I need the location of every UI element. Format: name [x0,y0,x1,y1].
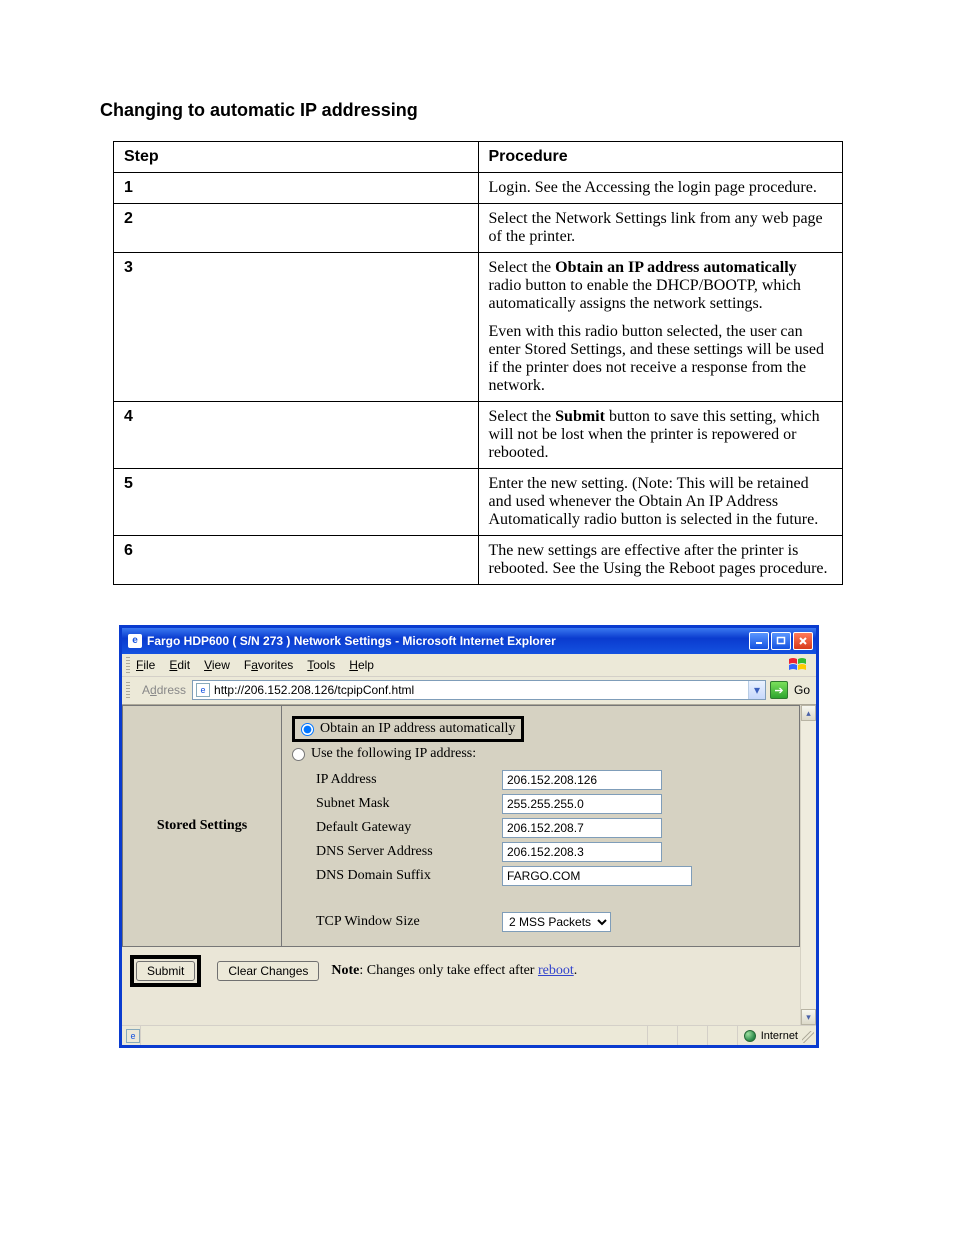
status-bar: e Internet [122,1025,816,1045]
page-icon: e [196,683,210,697]
step-number: 1 [114,173,479,204]
menu-favorites[interactable]: Favorites [244,658,293,672]
dns-server-label: DNS Server Address [316,844,502,860]
submit-button[interactable]: Submit [136,961,195,981]
menubar: File Edit View Favorites Tools Help [122,654,816,677]
default-gateway-input[interactable] [502,818,662,838]
highlight-auto-ip: Obtain an IP address automatically [292,716,524,742]
minimize-button[interactable] [749,632,769,650]
menu-edit[interactable]: Edit [169,658,190,672]
step-number: 5 [114,469,479,536]
table-row: 6 The new settings are effective after t… [114,536,843,585]
table-row: 2 Select the Network Settings link from … [114,204,843,253]
reboot-link[interactable]: reboot [538,963,574,978]
table-row: 5 Enter the new setting. (Note: This wil… [114,469,843,536]
dns-suffix-input[interactable] [502,866,692,886]
ie-icon: e [128,634,142,648]
steps-table: Step Procedure 1 Login. See the Accessin… [113,141,843,585]
step-text: Enter the new setting. (Note: This will … [478,469,843,536]
default-gateway-label: Default Gateway [316,820,502,836]
tcp-window-label: TCP Window Size [316,914,502,930]
col-procedure: Procedure [478,142,843,173]
dns-suffix-label: DNS Domain Suffix [316,868,502,884]
address-bar: Address e http://206.152.208.126/tcpipCo… [122,677,816,705]
step-text: Login. See the Accessing the login page … [478,173,843,204]
table-row: 4 Select the Submit button to save this … [114,402,843,469]
radio-auto-ip-label: Obtain an IP address automatically [320,721,515,737]
titlebar: e Fargo HDP600 ( S/N 273 ) Network Setti… [122,628,816,654]
reboot-note: Note: Changes only take effect after reb… [331,963,577,979]
tcp-window-select[interactable]: 2 MSS Packets [502,912,611,932]
go-button[interactable]: ➔ [770,681,788,699]
table-row: 3 Select the Obtain an IP address automa… [114,253,843,402]
zone-label: Internet [761,1030,798,1042]
highlight-submit: Submit [130,955,201,987]
windows-flag-icon [788,657,808,673]
scroll-down-icon[interactable]: ▾ [801,1009,816,1025]
clear-changes-button[interactable]: Clear Changes [217,961,319,981]
col-step: Step [114,142,479,173]
radio-manual-ip-label: Use the following IP address: [311,746,476,762]
ip-address-input[interactable] [502,770,662,790]
maximize-button[interactable] [771,632,791,650]
step-text: Select the Obtain an IP address automati… [478,253,843,402]
address-combo[interactable]: e http://206.152.208.126/tcpipConf.html … [192,680,766,700]
dns-server-input[interactable] [502,842,662,862]
vertical-scrollbar[interactable]: ▴ ▾ [800,705,816,1025]
stored-settings-label: Stored Settings [122,705,282,947]
chevron-down-icon[interactable]: ▾ [748,681,765,699]
toolbar-grip-icon [126,657,130,673]
radio-manual-ip[interactable] [292,748,305,761]
step-number: 4 [114,402,479,469]
subnet-mask-input[interactable] [502,794,662,814]
radio-auto-ip[interactable] [301,723,314,736]
go-label: Go [794,683,810,697]
close-button[interactable] [793,632,813,650]
window-title: Fargo HDP600 ( S/N 273 ) Network Setting… [147,634,749,648]
ip-address-label: IP Address [316,772,502,788]
address-label: Address [142,683,186,697]
step-text: Select the Network Settings link from an… [478,204,843,253]
menu-help[interactable]: Help [349,658,374,672]
address-url: http://206.152.208.126/tcpipConf.html [214,683,748,697]
toolbar-grip-icon [126,682,130,698]
step-text: The new settings are effective after the… [478,536,843,585]
section-title: Changing to automatic IP addressing [100,100,854,121]
menu-file[interactable]: File [136,658,155,672]
subnet-mask-label: Subnet Mask [316,796,502,812]
globe-icon [744,1030,756,1042]
scroll-up-icon[interactable]: ▴ [801,705,816,721]
step-number: 3 [114,253,479,402]
menu-view[interactable]: View [204,658,230,672]
resize-grip-icon [802,1031,814,1043]
menu-tools[interactable]: Tools [307,658,335,672]
ie-icon: e [126,1029,140,1043]
ie-window: e Fargo HDP600 ( S/N 273 ) Network Setti… [119,625,819,1048]
step-number: 6 [114,536,479,585]
step-number: 2 [114,204,479,253]
table-row: 1 Login. See the Accessing the login pag… [114,173,843,204]
step-text: Select the Submit button to save this se… [478,402,843,469]
